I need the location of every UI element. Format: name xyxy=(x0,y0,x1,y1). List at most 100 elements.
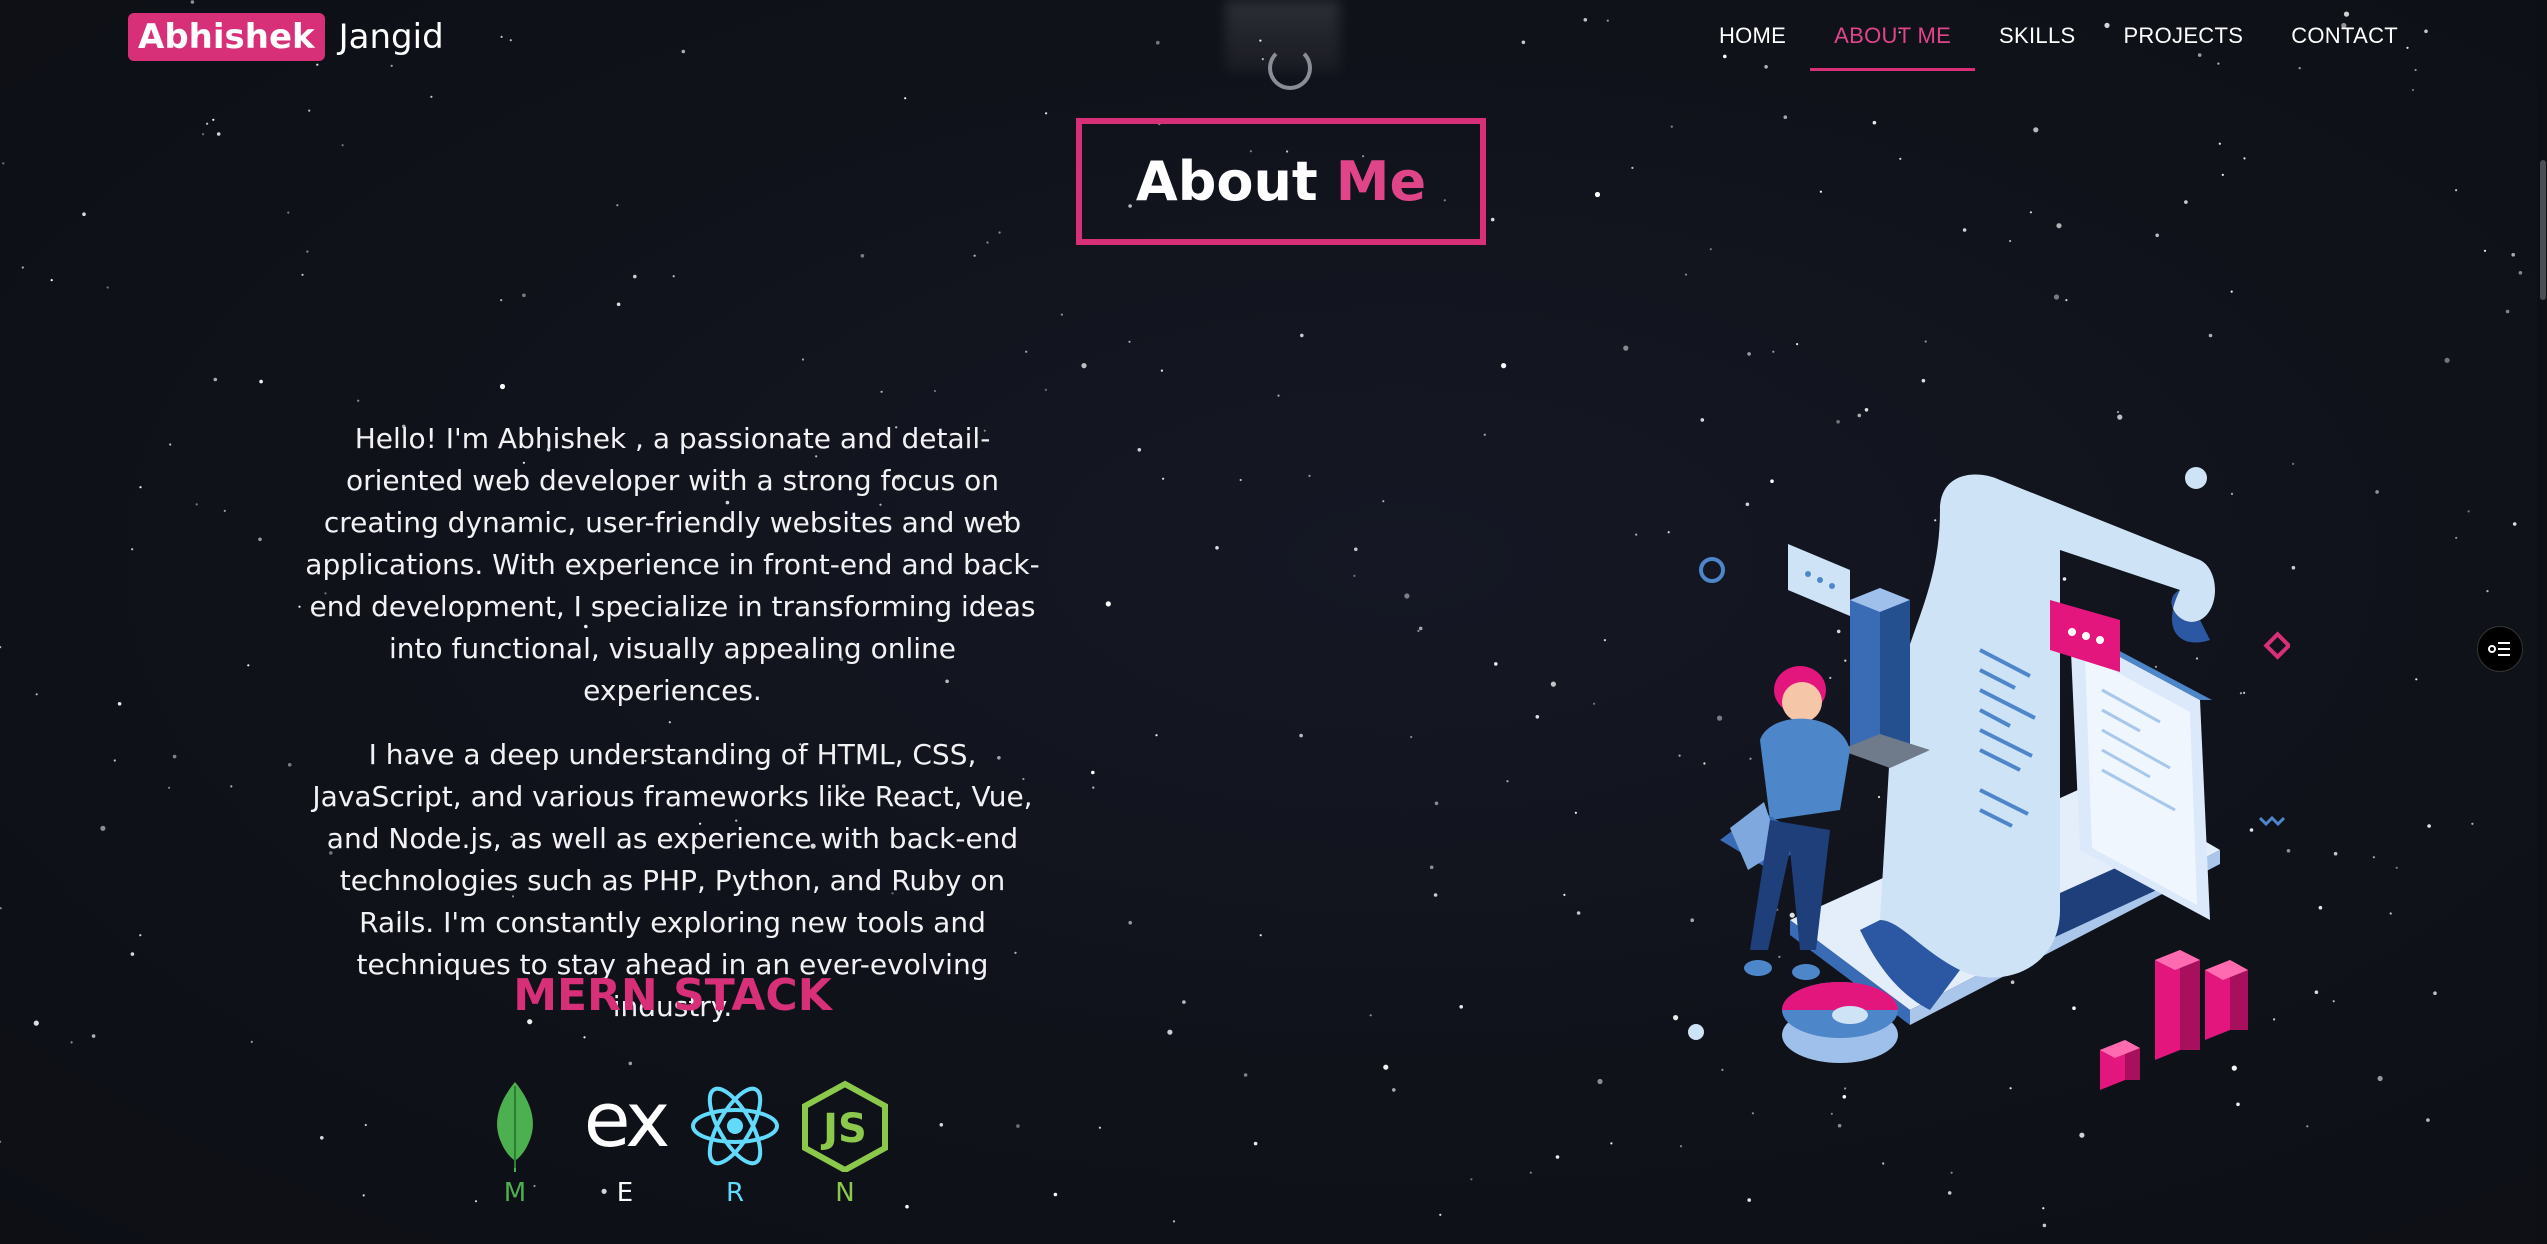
section-title: About Me xyxy=(1076,118,1486,245)
star xyxy=(1576,911,1581,915)
star xyxy=(320,1136,324,1140)
star xyxy=(1899,157,1902,160)
star xyxy=(616,302,621,307)
menu-toggle-icon xyxy=(2488,642,2510,656)
tech-nodejs: JS N xyxy=(790,1080,900,1220)
tech-mongodb: M xyxy=(460,1080,570,1220)
star xyxy=(357,399,360,402)
star xyxy=(1470,1178,1473,1181)
star xyxy=(2218,142,2221,145)
nav-skills[interactable]: SKILLS xyxy=(1975,1,2099,71)
star xyxy=(130,952,135,956)
star xyxy=(2243,157,2246,160)
star xyxy=(1796,343,1799,346)
star xyxy=(223,509,226,512)
star xyxy=(904,97,907,100)
star xyxy=(195,503,198,506)
star xyxy=(2221,173,2224,176)
star xyxy=(1182,1000,1186,1004)
side-toggle-button[interactable] xyxy=(2477,626,2523,672)
star xyxy=(1239,478,1242,482)
star xyxy=(1635,533,1638,536)
star xyxy=(1684,273,1688,276)
star xyxy=(1872,120,1877,125)
nav-home[interactable]: HOME xyxy=(1695,1,1810,71)
nodejs-icon: JS xyxy=(802,1080,888,1172)
star xyxy=(801,358,805,361)
star xyxy=(499,383,506,390)
star xyxy=(1555,1155,1560,1159)
star xyxy=(0,907,2,910)
star xyxy=(100,825,106,831)
star xyxy=(1882,1162,1885,1165)
star xyxy=(1962,228,1967,232)
logo[interactable]: Abhishek Jangid xyxy=(128,12,444,62)
star xyxy=(1947,1191,1952,1195)
star xyxy=(933,389,937,393)
star xyxy=(2306,1125,2309,1128)
nav-links: HOME ABOUT ME SKILLS PROJECTS CONTACT xyxy=(1695,0,2422,72)
section-title-word-1: About xyxy=(1135,150,1318,213)
about-paragraph-1: Hello! I'm Abhishek , a passionate and d… xyxy=(305,422,1040,707)
star xyxy=(21,266,24,269)
star xyxy=(82,212,86,216)
star xyxy=(169,443,172,446)
star xyxy=(2,162,5,165)
star xyxy=(1747,1198,1751,1202)
star xyxy=(139,934,142,937)
star xyxy=(2395,866,2398,869)
star xyxy=(1921,378,1926,383)
star xyxy=(1434,801,1439,806)
star xyxy=(1529,1171,1532,1174)
star xyxy=(1924,340,1927,343)
star xyxy=(2455,536,2458,540)
star xyxy=(1243,1073,1248,1077)
star xyxy=(1215,546,1219,550)
star xyxy=(1091,770,1095,775)
star xyxy=(616,204,619,207)
star xyxy=(2505,309,2510,314)
star xyxy=(2291,565,2296,570)
star xyxy=(2184,200,2188,204)
nav-projects[interactable]: PROJECTS xyxy=(2099,1,2267,71)
tech-letter-n: N xyxy=(835,1178,855,1208)
express-mark: ex xyxy=(584,1080,668,1164)
star xyxy=(1128,920,1132,925)
star xyxy=(172,754,177,759)
star xyxy=(2511,253,2515,257)
star xyxy=(1353,574,1356,578)
star xyxy=(216,132,221,136)
star xyxy=(986,241,989,244)
star xyxy=(1383,1064,1389,1070)
star xyxy=(364,1123,367,1127)
star xyxy=(1016,1124,1020,1128)
star xyxy=(2292,462,2295,465)
star xyxy=(1679,1145,1683,1148)
nav-contact[interactable]: CONTACT xyxy=(2267,1,2422,71)
scrollbar-thumb[interactable] xyxy=(2540,160,2546,300)
star xyxy=(341,144,344,147)
star xyxy=(1053,1192,1058,1197)
star xyxy=(1404,593,1410,599)
about-description: Hello! I'm Abhishek , a passionate and d… xyxy=(300,418,1045,1050)
star xyxy=(1494,662,1498,666)
star xyxy=(50,279,53,282)
star xyxy=(1857,413,1862,418)
star xyxy=(1836,420,1840,424)
star xyxy=(1098,1126,1101,1129)
star xyxy=(1025,350,1028,353)
star xyxy=(168,786,171,789)
star xyxy=(2433,991,2437,995)
nav-about-me[interactable]: ABOUT ME xyxy=(1810,1,1975,71)
star xyxy=(1410,735,1413,739)
star xyxy=(2065,299,2068,302)
star xyxy=(1354,547,1358,552)
star xyxy=(2444,357,2450,363)
star xyxy=(202,133,205,136)
loader-ring-icon xyxy=(1268,46,1312,90)
star xyxy=(672,275,675,278)
star xyxy=(139,486,142,489)
star xyxy=(1439,1213,1442,1216)
star xyxy=(633,274,637,279)
star xyxy=(2056,223,2062,229)
